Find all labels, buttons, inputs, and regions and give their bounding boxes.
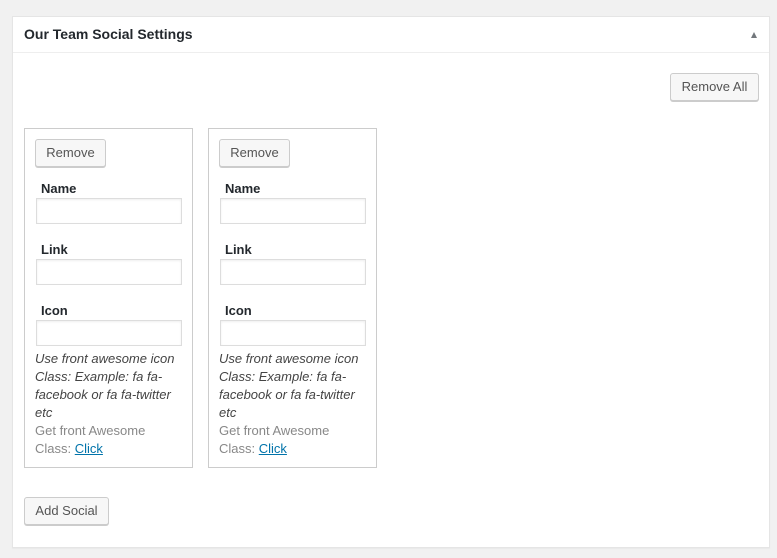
- get-font-awesome-text: Get front Awesome Class: Click: [219, 422, 367, 458]
- icon-help-text: Use front awesome icon Class: Example: f…: [35, 351, 175, 420]
- remove-button[interactable]: Remove: [35, 139, 106, 167]
- link-label: Link: [225, 242, 252, 257]
- panel-header: Our Team Social Settings: [13, 17, 769, 53]
- add-social-button[interactable]: Add Social: [24, 497, 109, 525]
- collapse-arrow-icon[interactable]: [751, 32, 757, 38]
- name-label: Name: [41, 181, 77, 196]
- remove-button[interactable]: Remove: [219, 139, 290, 167]
- icon-label: Icon: [225, 303, 252, 318]
- icon-input[interactable]: [36, 320, 182, 346]
- remove-all-button[interactable]: Remove All: [670, 73, 759, 101]
- icon-help-text: Use front awesome icon Class: Example: f…: [219, 351, 359, 420]
- name-input[interactable]: [220, 198, 366, 224]
- icon-input[interactable]: [220, 320, 366, 346]
- name-label: Name: [225, 181, 261, 196]
- social-item-card: Remove Name Link Icon Use front awesome …: [208, 128, 377, 468]
- name-input[interactable]: [36, 198, 182, 224]
- click-link[interactable]: Click: [75, 441, 103, 456]
- social-settings-panel: Our Team Social Settings Remove All Remo…: [12, 16, 770, 548]
- link-input[interactable]: [220, 259, 366, 285]
- get-font-awesome-text: Get front Awesome Class: Click: [35, 422, 183, 458]
- social-item-card: Remove Name Link Icon Use front awesome …: [24, 128, 193, 468]
- click-link[interactable]: Click: [259, 441, 287, 456]
- icon-label: Icon: [41, 303, 68, 318]
- panel-title: Our Team Social Settings: [24, 26, 193, 42]
- link-label: Link: [41, 242, 68, 257]
- link-input[interactable]: [36, 259, 182, 285]
